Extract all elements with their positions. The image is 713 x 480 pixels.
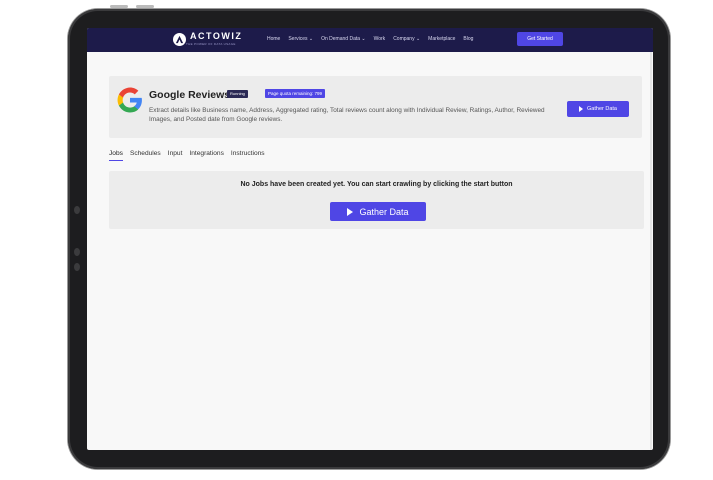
tablet-screen: ACTOWIZ THE POWER OF DATA USAGE Home Ser… xyxy=(87,28,653,450)
jobs-panel: No Jobs have been created yet. You can s… xyxy=(109,171,644,229)
gather-data-button[interactable]: Gather Data xyxy=(330,202,426,221)
side-sensor xyxy=(74,206,80,214)
top-navbar: ACTOWIZ THE POWER OF DATA USAGE Home Ser… xyxy=(87,28,653,52)
nav-services[interactable]: Services ⌄ xyxy=(288,36,313,42)
brand-tagline: THE POWER OF DATA USAGE xyxy=(186,42,236,46)
play-icon xyxy=(347,207,354,216)
get-started-button[interactable]: Get Started xyxy=(517,32,563,46)
product-description: Extract details like Business name, Addr… xyxy=(149,107,545,123)
volume-button xyxy=(110,5,128,8)
quota-badge: Page quota remaining: 799 xyxy=(265,89,326,98)
gather-data-label: Gather Data xyxy=(359,206,409,217)
nav-marketplace[interactable]: Marketplace xyxy=(428,36,455,42)
nav-company[interactable]: Company ⌄ xyxy=(393,36,420,42)
product-header-card: Google Reviews Running Page quota remain… xyxy=(109,76,642,138)
product-title: Google Reviews xyxy=(149,89,231,101)
tab-integrations[interactable]: Integrations xyxy=(189,150,223,161)
nav-work[interactable]: Work xyxy=(374,36,386,42)
gather-data-label: Gather Data xyxy=(587,106,617,112)
side-sensor xyxy=(74,248,80,256)
tab-schedules[interactable]: Schedules xyxy=(130,150,161,161)
nav-links: Home Services ⌄ On Demand Data ⌄ Work Co… xyxy=(267,36,473,42)
google-logo-icon xyxy=(117,87,142,113)
tab-instructions[interactable]: Instructions xyxy=(231,150,265,161)
status-badge: Running xyxy=(227,90,248,98)
tab-bar: Jobs Schedules Input Integrations Instru… xyxy=(109,150,265,161)
tab-jobs[interactable]: Jobs xyxy=(109,150,123,161)
power-button xyxy=(136,5,154,8)
nav-home[interactable]: Home xyxy=(267,36,280,42)
tab-input[interactable]: Input xyxy=(168,150,183,161)
nav-on-demand-data[interactable]: On Demand Data ⌄ xyxy=(321,36,366,42)
play-icon xyxy=(579,106,584,112)
side-sensor xyxy=(74,263,80,271)
scrollbar-track[interactable] xyxy=(650,52,652,450)
brand-name: ACTOWIZ xyxy=(190,31,243,41)
nav-blog[interactable]: Blog xyxy=(463,36,473,42)
gather-data-button-header[interactable]: Gather Data xyxy=(567,101,629,117)
empty-jobs-message: No Jobs have been created yet. You can s… xyxy=(240,181,513,188)
brand-mark-icon xyxy=(173,32,186,46)
brand-logo[interactable]: ACTOWIZ THE POWER OF DATA USAGE xyxy=(173,32,242,46)
